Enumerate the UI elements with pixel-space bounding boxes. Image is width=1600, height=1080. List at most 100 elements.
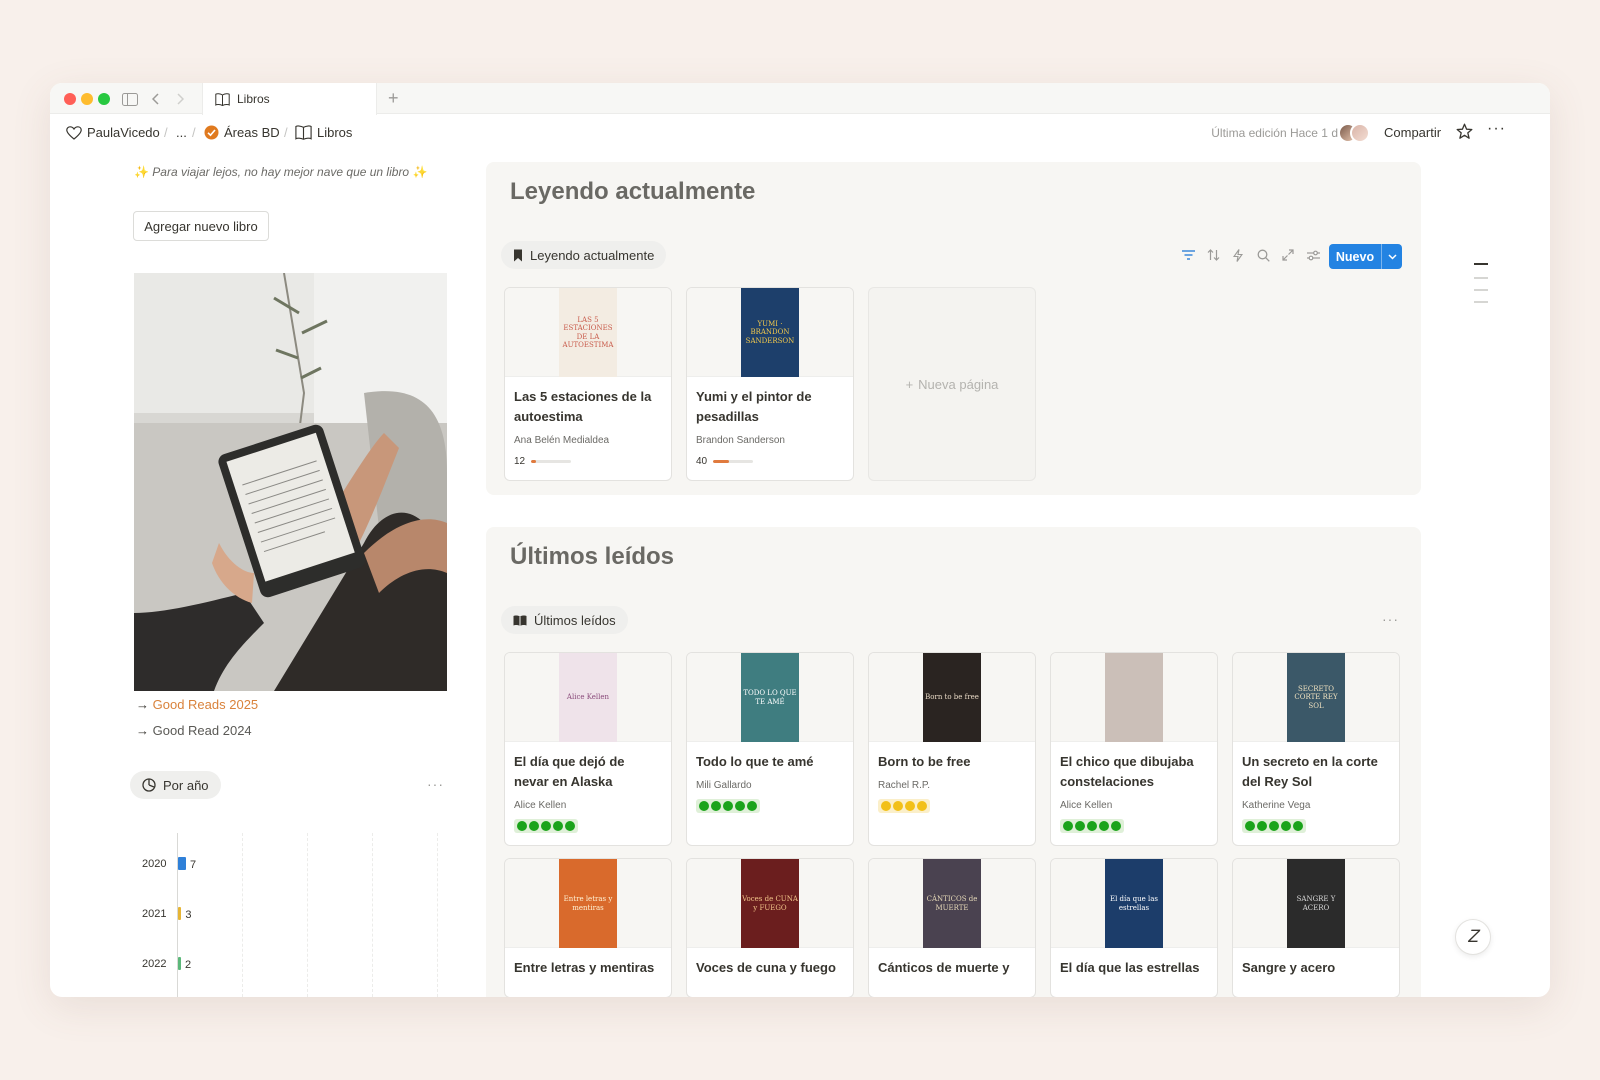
progress-bar [531, 460, 572, 463]
good-reads-2025-link[interactable]: → Good Reads 2025 [136, 697, 258, 712]
back-arrow-icon[interactable] [146, 89, 166, 109]
book-card[interactable]: El día que las estrellas El día que las e… [1050, 858, 1218, 997]
rating-dot-icon [517, 821, 527, 831]
view-por-ano[interactable]: Por año [130, 771, 221, 799]
cover-text: LAS 5 ESTACIONES DE LA AUTOESTIMA [562, 316, 614, 349]
share-button[interactable]: Compartir [1384, 125, 1441, 140]
open-book-icon [215, 92, 230, 106]
book-title: El día que dejó de nevar en Alaska [514, 754, 625, 789]
chart-bar[interactable] [178, 907, 182, 920]
outline-item[interactable] [1474, 301, 1488, 303]
section-recently-read: Últimos leídos Últimos leídos ··· Alice … [486, 527, 1421, 997]
view-label: Por año [163, 777, 209, 793]
good-read-2024-link[interactable]: → Good Read 2024 [136, 723, 252, 738]
card-cover-area: Voces de CUNA y FUEGO [687, 859, 853, 948]
chart-tick-label: 2022 [142, 958, 167, 970]
book-cover: YUMI · BRANDON SANDERSON [741, 288, 799, 377]
rating-badge [514, 819, 578, 833]
book-card[interactable]: CÁNTICOS de MUERTE Cánticos de muerte y [868, 858, 1036, 997]
reading-progress: 40 [696, 456, 844, 467]
breadcrumb-libros[interactable]: Libros [295, 125, 352, 140]
book-card[interactable]: Voces de CUNA y FUEGO Voces de cuna y fue… [686, 858, 854, 997]
new-button-label: Nuevo [1335, 249, 1375, 264]
link-label: Good Read 2024 [152, 723, 252, 738]
book-card[interactable]: LAS 5 ESTACIONES DE LA AUTOESTIMA Las 5 … [504, 287, 672, 481]
view-leyendo-actualmente[interactable]: Leyendo actualmente [501, 241, 667, 269]
chart-bar[interactable] [178, 957, 181, 970]
progress-fill [713, 460, 730, 463]
chevron-down-icon[interactable] [1381, 244, 1402, 269]
book-cover: CÁNTICOS de MUERTE [923, 859, 981, 948]
book-cover: Alice Kellen [559, 653, 617, 742]
chart-more-icon[interactable]: ··· [427, 776, 444, 792]
book-cover: LAS 5 ESTACIONES DE LA AUTOESTIMA [559, 288, 617, 377]
plus-icon: + [905, 376, 914, 392]
more-options-icon[interactable]: ··· [1487, 120, 1506, 138]
rating-dot-icon [565, 821, 575, 831]
book-card[interactable]: El chico que dibujaba constelaciones Alic… [1050, 652, 1218, 846]
avatar[interactable] [1350, 123, 1370, 143]
book-card[interactable]: YUMI · BRANDON SANDERSON Yumi y el pinto… [686, 287, 854, 481]
card-cover-area: YUMI · BRANDON SANDERSON [687, 288, 853, 377]
card-cover-area: SANGRE Y ACERO [1233, 859, 1399, 948]
close-window-button[interactable] [64, 93, 76, 105]
view-ultimos-leidos[interactable]: Últimos leídos [501, 606, 628, 634]
book-card[interactable]: Alice Kellen El día que dejó de nevar en … [504, 652, 672, 846]
filter-icon[interactable] [1180, 247, 1196, 263]
clock-chart-icon [142, 778, 156, 792]
sparkles-icon: ✨ [412, 165, 428, 179]
view-more-icon[interactable]: ··· [1382, 611, 1399, 627]
book-card[interactable]: SANGRE Y ACERO Sangre y acero [1232, 858, 1400, 997]
breadcrumb-separator: / [284, 125, 288, 140]
chart-tick-label: 2020 [142, 858, 167, 870]
rating-badge [878, 799, 930, 813]
new-entry-button[interactable]: Nuevo [1329, 244, 1402, 269]
rating-dot-icon [1293, 821, 1303, 831]
book-card[interactable]: Born to be free Born to be free Rachel R.P… [868, 652, 1036, 846]
tab-libros[interactable]: Libros [202, 83, 377, 115]
section-title: Leyendo actualmente [510, 178, 756, 205]
sidebar-toggle-icon[interactable] [120, 89, 140, 109]
book-author: Brandon Sanderson [696, 435, 785, 446]
star-icon[interactable] [1456, 123, 1473, 145]
help-icon[interactable]: Ꮓ [1455, 919, 1491, 955]
book-title: El chico que dibujaba constelaciones [1060, 754, 1194, 789]
search-icon[interactable] [1255, 247, 1271, 263]
reading-photo [134, 273, 447, 691]
outline-item-active[interactable] [1474, 263, 1488, 265]
expand-icon[interactable] [1280, 247, 1296, 263]
rating-dot-icon [893, 801, 903, 811]
outline-item[interactable] [1474, 277, 1488, 279]
card-cover-area: SECRETO CORTE REY SOL [1233, 653, 1399, 742]
book-cover: Born to be free [923, 653, 981, 742]
settings-icon[interactable] [1305, 247, 1321, 263]
book-title: Entre letras y mentiras [514, 960, 655, 975]
sort-icon[interactable] [1205, 247, 1221, 263]
lightning-icon[interactable] [1230, 247, 1246, 263]
minimize-window-button[interactable] [81, 93, 93, 105]
new-tab-button[interactable]: + [388, 88, 399, 109]
heart-icon [66, 125, 82, 140]
breadcrumb-ellipsis[interactable]: ... [176, 125, 187, 140]
notion-window: Libros + PaulaVicedo / ... / Áreas BD / … [50, 83, 1550, 997]
breadcrumb-workspace[interactable]: PaulaVicedo [66, 125, 160, 140]
book-title: Sangre y acero [1242, 960, 1336, 975]
book-card[interactable]: TODO LO QUE TE AMÉ Todo lo que te amé Mili… [686, 652, 854, 846]
cover-text: TODO LO QUE TE AMÉ [743, 689, 797, 706]
new-page-button[interactable]: + Nueva página [868, 287, 1036, 481]
card-cover-area [1051, 653, 1217, 742]
book-cover: SANGRE Y ACERO [1287, 859, 1345, 948]
book-card[interactable]: Entre letras y mentiras Entre letras y me… [504, 858, 672, 997]
outline-item[interactable] [1474, 289, 1488, 291]
page-quote: ✨ Para viajar lejos, no hay mejor nave q… [134, 165, 427, 179]
book-card[interactable]: SECRETO CORTE REY SOL Un secreto en la co… [1232, 652, 1400, 846]
last-edited-label[interactable]: Última edición Hace 1 días [1211, 126, 1354, 140]
breadcrumb-areas-bd[interactable]: Áreas BD [204, 125, 280, 140]
book-title: Yumi y el pintor de pesadillas [696, 389, 812, 424]
chart-bar[interactable] [178, 857, 186, 870]
cover-text: CÁNTICOS de MUERTE [926, 895, 978, 912]
maximize-window-button[interactable] [98, 93, 110, 105]
book-cover: SECRETO CORTE REY SOL [1287, 653, 1345, 742]
forward-arrow-icon[interactable] [170, 89, 190, 109]
add-new-book-button[interactable]: Agregar nuevo libro [133, 211, 269, 241]
